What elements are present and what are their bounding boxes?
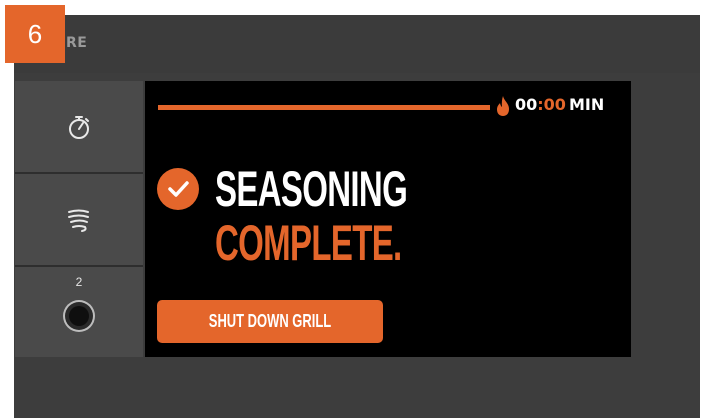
- sidebar: 2: [15, 81, 143, 357]
- sidebar-item-timer[interactable]: [15, 81, 143, 172]
- sidebar-item-probe[interactable]: 2: [15, 267, 143, 357]
- flame-icon: [497, 96, 509, 116]
- top-bar-title: RE: [66, 35, 88, 51]
- sidebar-item-smoke[interactable]: [15, 174, 143, 265]
- probe-icon: [63, 300, 95, 332]
- probe-number-label: 2: [75, 275, 83, 289]
- headline-complete: COMPLETE.: [215, 215, 402, 271]
- status-screen: 00:00 MIN SEASONING COMPLETE. SHUT DOWN G…: [145, 81, 631, 357]
- shut-down-grill-button[interactable]: SHUT DOWN GRILL: [157, 300, 383, 343]
- smoke-icon: [68, 209, 89, 232]
- timer-minutes: 00: [515, 95, 538, 114]
- headline-seasoning: SEASONING: [215, 161, 408, 217]
- checkmark-icon: [168, 181, 189, 197]
- step-number-badge: 6: [5, 5, 65, 63]
- timer-unit: MIN: [568, 95, 605, 114]
- top-bar: RE: [14, 15, 700, 73]
- shut-down-grill-label: SHUT DOWN GRILL: [208, 311, 332, 331]
- cook-timer: 00:00 MIN: [515, 95, 604, 114]
- timer-seconds: 00: [543, 95, 566, 114]
- complete-check-badge: [157, 168, 199, 210]
- timer-icon: [69, 115, 89, 139]
- cook-progress-bar: [158, 105, 490, 110]
